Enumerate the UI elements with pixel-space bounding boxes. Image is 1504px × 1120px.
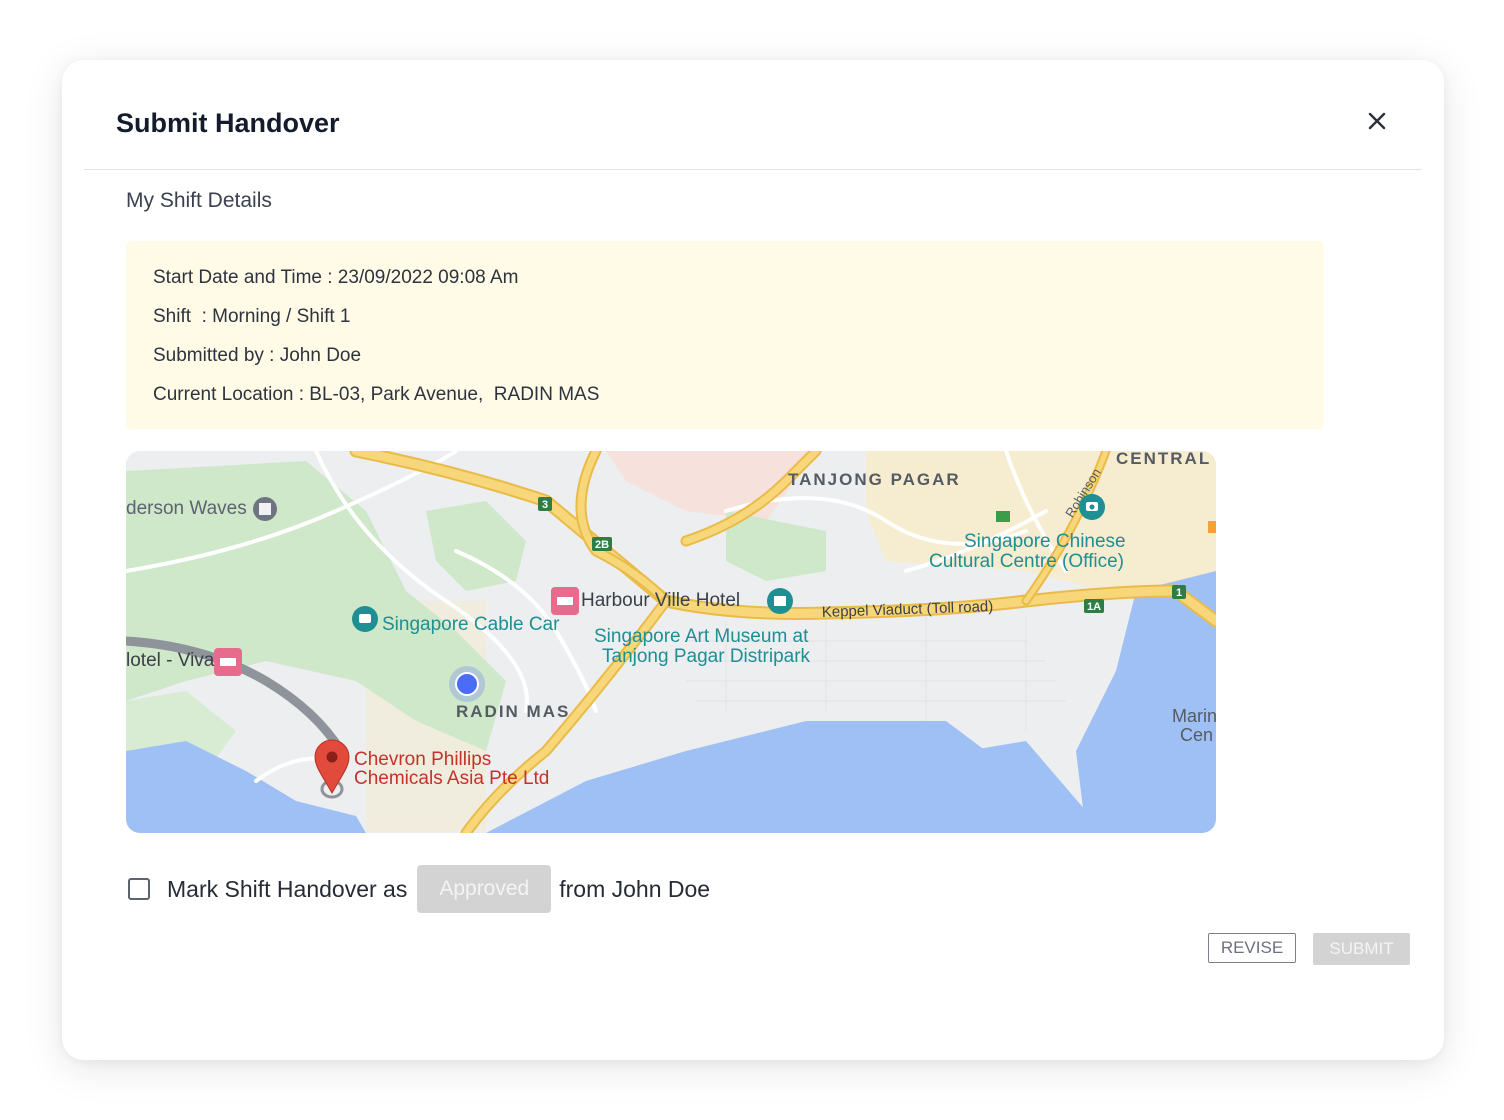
attraction-icon bbox=[253, 497, 277, 521]
map-label-chevron-2: Chemicals Asia Pte Ltd bbox=[354, 768, 549, 789]
revise-button[interactable]: REVISE bbox=[1208, 933, 1296, 963]
map-label-chinese-centre-1: Singapore Chinese bbox=[964, 531, 1126, 552]
camera-pin-icon bbox=[1079, 494, 1105, 520]
highway-shield-1a: 1A bbox=[1087, 601, 1101, 613]
section-title: My Shift Details bbox=[126, 189, 272, 212]
start-date-time: Start Date and Time : 23/09/2022 09:08 A… bbox=[153, 267, 519, 288]
location-map[interactable]: 3 2B 1A 1 TANJONG PAGAR CENTRAL RADIN MA… bbox=[126, 451, 1216, 833]
museum-pin-icon bbox=[767, 588, 793, 614]
current-location: Current Location : BL-03, Park Avenue, R… bbox=[153, 384, 600, 405]
map-label-chevron-1: Chevron Phillips bbox=[354, 749, 491, 770]
submit-button[interactable]: SUBMIT bbox=[1313, 933, 1410, 965]
current-location-dot bbox=[449, 666, 485, 702]
map-label-harbour-ville: Harbour Ville Hotel bbox=[581, 590, 740, 611]
approved-status-chip[interactable]: Approved bbox=[417, 865, 552, 913]
shift-details-panel: Start Date and Time : 23/09/2022 09:08 A… bbox=[126, 241, 1324, 429]
submit-handover-modal: Submit Handover My Shift Details Start D… bbox=[62, 60, 1444, 1060]
map-label-art-museum-2: Tanjong Pagar Distripark bbox=[602, 646, 811, 667]
mark-handover-checkbox[interactable] bbox=[128, 878, 150, 900]
map-label-central: CENTRAL bbox=[1116, 451, 1211, 468]
highway-shield-2b: 2B bbox=[595, 539, 609, 551]
handover-prefix-text: Mark Shift Handover as bbox=[167, 875, 408, 902]
handover-suffix-text: from John Doe bbox=[559, 875, 711, 902]
camera-pin-icon-cable-car bbox=[352, 606, 378, 632]
close-icon[interactable] bbox=[1364, 108, 1390, 134]
shift-name: Shift : Morning / Shift 1 bbox=[153, 306, 351, 327]
map-label-art-museum-1: Singapore Art Museum at bbox=[594, 626, 809, 647]
map-label-marina-1: Marin bbox=[1172, 706, 1216, 726]
hotel-icon-viva bbox=[214, 648, 242, 676]
map-label-marina-2: Cen bbox=[1180, 725, 1213, 745]
modal-title: Submit Handover bbox=[116, 108, 340, 138]
map-label-chinese-centre-2: Cultural Centre (Office) bbox=[929, 551, 1124, 572]
map-label-hotel-viva: lotel - Viva bbox=[126, 650, 215, 671]
map-label-henderson-waves: derson Waves bbox=[126, 498, 247, 519]
map-label-tanjong-pagar: TANJONG PAGAR bbox=[788, 470, 961, 489]
map-label-radin-mas: RADIN MAS bbox=[456, 702, 570, 721]
map-label-cable-car: Singapore Cable Car bbox=[382, 614, 560, 635]
handover-approval-row: Mark Shift Handover as Approved from Joh… bbox=[128, 865, 710, 913]
highway-shield-3: 3 bbox=[542, 499, 548, 511]
highway-shield-1: 1 bbox=[1176, 587, 1182, 599]
submitted-by: Submitted by : John Doe bbox=[153, 345, 362, 366]
header-divider bbox=[84, 169, 1422, 170]
hotel-icon bbox=[551, 587, 579, 615]
